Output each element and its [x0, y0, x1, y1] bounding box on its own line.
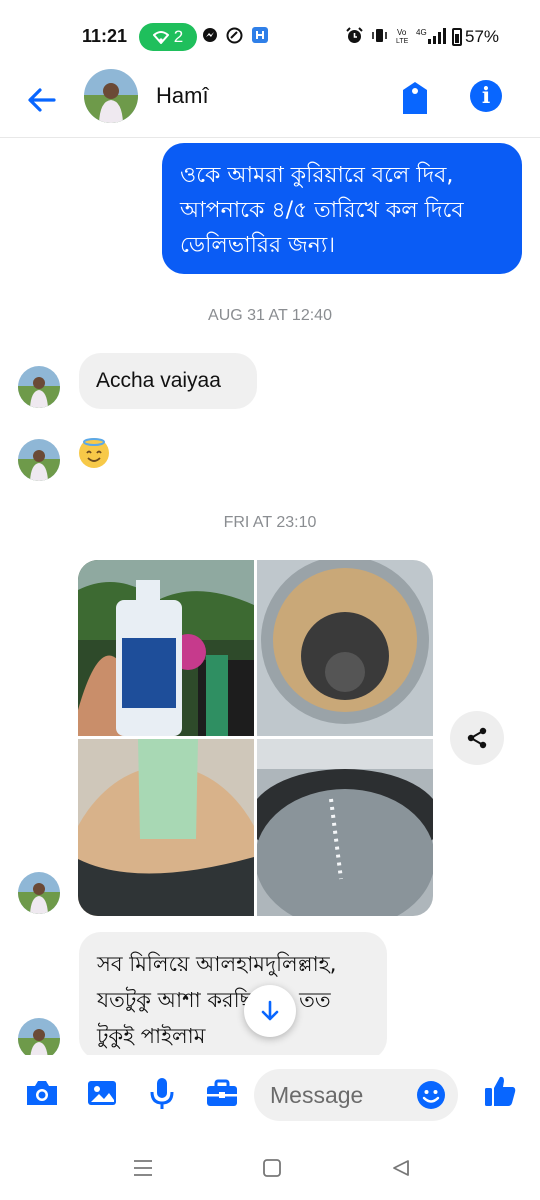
alarm-icon [346, 27, 363, 48]
info-icon: i [481, 83, 491, 109]
sender-avatar[interactable] [18, 1018, 60, 1060]
microphone-icon [150, 1078, 174, 1109]
arrow-left-icon [28, 88, 56, 112]
like-button[interactable] [480, 1071, 520, 1111]
battery-percent: 57% [465, 27, 500, 46]
message-input-wrapper [254, 1069, 458, 1121]
battery-icon [452, 28, 462, 46]
recent-apps-button[interactable] [131, 1156, 155, 1180]
share-button[interactable] [450, 711, 504, 765]
svg-text:4G: 4G [416, 28, 427, 37]
tag-icon [403, 82, 427, 114]
photo-tank-wall[interactable] [78, 739, 254, 916]
wifi-count: 2 [173, 27, 184, 46]
label-button[interactable] [398, 78, 432, 118]
scroll-to-bottom-button[interactable] [244, 985, 296, 1037]
status-bar: 11:21 2 Vo LTE 4G 57% [0, 0, 540, 72]
volte-icon: Vo LTE [396, 27, 412, 48]
svg-text:LTE: LTE [396, 38, 409, 44]
arrow-down-icon [261, 1000, 279, 1021]
smiling-halo-emoji-message[interactable] [79, 438, 109, 468]
chat-screen: 11:21 2 Vo LTE 4G 57% Hamî i ওকে আমরা কু… [0, 0, 540, 1200]
contact-avatar[interactable] [84, 69, 138, 123]
share-icon [467, 727, 487, 749]
image-icon [88, 1081, 116, 1105]
signal-4g-icon: 4G [416, 27, 448, 49]
message-composer [0, 1055, 540, 1140]
briefcase-icon [207, 1079, 237, 1106]
data-saver-icon [226, 27, 243, 48]
thumbs-up-icon [485, 1076, 516, 1106]
chat-header: Hamî i [0, 69, 540, 138]
timestamp-divider: AUG 31 AT 12:40 [208, 307, 332, 324]
wifi-hotspot-badge: 2 [139, 23, 197, 51]
photo-tank-inside[interactable] [257, 560, 433, 736]
incoming-message[interactable]: Accha vaiyaa [79, 353, 257, 409]
info-button[interactable]: i [470, 80, 502, 112]
photo-bottle[interactable] [78, 560, 254, 736]
timestamp-divider: FRI AT 23:10 [223, 514, 317, 531]
photo-grid-message[interactable] [78, 560, 433, 916]
menu-lines-icon [134, 1160, 152, 1176]
square-icon [263, 1159, 281, 1177]
photo-tank-water[interactable] [257, 739, 433, 916]
wifi-icon [152, 31, 169, 44]
contact-name[interactable]: Hamî [156, 83, 209, 109]
battery-indicator: 57% [452, 27, 499, 47]
home-button[interactable] [260, 1156, 284, 1180]
app-h-icon [252, 27, 268, 47]
camera-icon [27, 1081, 57, 1105]
status-time: 11:21 [82, 26, 128, 46]
emoji-button[interactable] [416, 1080, 446, 1110]
sender-avatar[interactable] [18, 439, 60, 481]
back-nav-button[interactable] [389, 1156, 413, 1180]
smiley-icon [417, 1081, 445, 1109]
sender-avatar[interactable] [18, 366, 60, 408]
smiling-halo-icon [81, 438, 107, 467]
back-button[interactable] [24, 82, 60, 118]
svg-text:Vo: Vo [397, 28, 407, 37]
gallery-button[interactable] [82, 1073, 122, 1113]
toolbox-button[interactable] [202, 1073, 242, 1113]
system-navigation-bar [0, 1140, 540, 1200]
outgoing-message[interactable]: ওকে আমরা কুরিয়ারে বলে দিব, আপনাকে ৪/৫ ত… [162, 143, 522, 274]
voice-button[interactable] [142, 1073, 182, 1113]
vibrate-icon [371, 27, 388, 48]
messenger-icon [202, 27, 218, 47]
message-input[interactable] [270, 1069, 410, 1121]
sender-avatar[interactable] [18, 872, 60, 914]
triangle-back-icon [393, 1160, 409, 1176]
camera-button[interactable] [22, 1073, 62, 1113]
incoming-message[interactable]: সব মিলিয়ে আলহামদুলিল্লাহ, যতটুকু আশা কর… [79, 932, 387, 1060]
